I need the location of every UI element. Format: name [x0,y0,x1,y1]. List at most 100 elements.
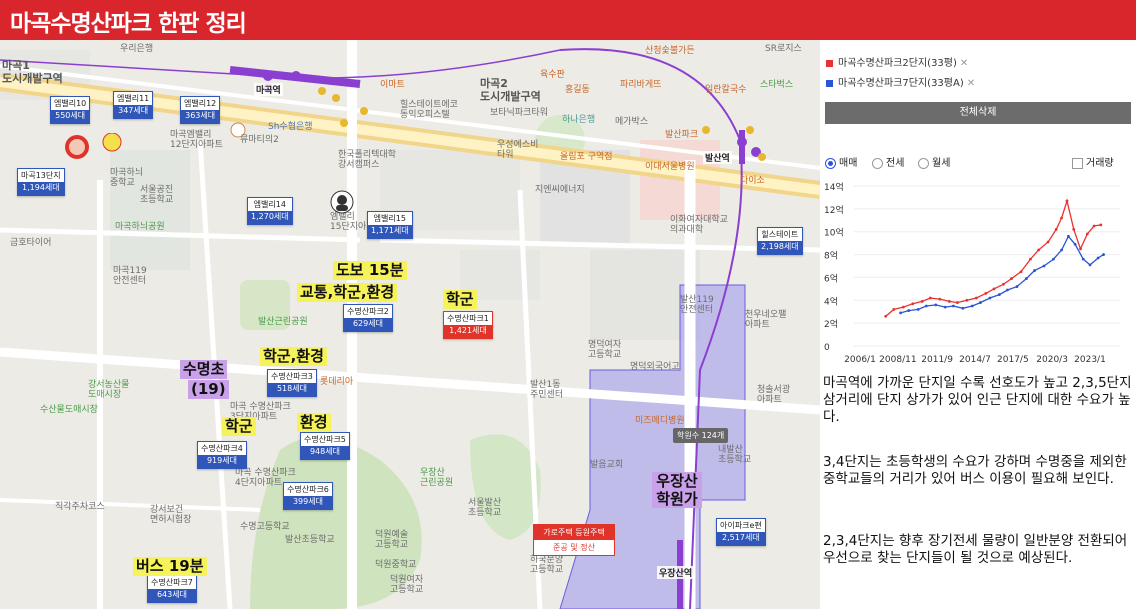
y-tick-label: 6억 [824,272,838,284]
data-point [920,300,924,303]
series-line [885,198,1101,317]
data-point [907,309,911,312]
note-2: 3,4단지는 초등학생의 수요가 강하며 수명중을 제외한 중학교들의 거리가 … [823,454,1127,487]
complex-badge[interactable]: 수명산파크6 399세대 [283,482,333,510]
data-point [911,302,915,306]
data-point [1025,277,1028,280]
data-point [1002,282,1005,286]
legend-item[interactable]: 마곡수명산파크7단지(33평A) ✕ [826,74,975,89]
station-ujangsan[interactable]: 우장산역 [657,566,695,579]
project-box[interactable]: 가로주택 등원주택 준공 및 정산 [533,524,615,556]
data-point [988,296,992,300]
annotation: 학군 [443,290,477,309]
data-point [979,301,982,304]
x-tick-label: 2008/11 [879,355,916,365]
complex-badge[interactable]: 마곡13단지 1,194세대 [17,168,65,196]
data-point [1099,223,1103,227]
remove-icon[interactable]: ✕ [960,58,968,69]
x-tick-label: 2020/3 [1036,355,1068,365]
complex-badge[interactable]: 수명산파크2 629세대 [343,304,393,332]
data-point [938,297,942,301]
data-point [1042,264,1046,268]
data-point [943,305,947,309]
complex-badge[interactable]: 수명산파크5 948세대 [300,432,350,460]
complex-badge[interactable]: 엠밸리12 363세대 [180,96,221,124]
data-point [997,293,1001,296]
x-tick-label: 2011/9 [921,355,953,365]
x-tick-label: 2017/5 [997,355,1029,365]
complex-badge[interactable]: 수명산파크3 518세대 [267,369,317,397]
data-point [956,301,959,304]
annotation: 교통,학군,환경 [297,283,398,302]
legend-color [826,59,833,67]
x-tick-label: 2014/7 [959,355,991,365]
annotation: 환경 [297,413,331,432]
note-3: 2,3,4단지는 향후 장기전세 물량이 일반분양 전환되어 우선으로 찾는 단… [823,533,1128,566]
remove-icon[interactable]: ✕ [967,78,975,89]
station-magok[interactable]: 마곡역 [254,83,283,96]
y-tick-label: 8억 [824,250,838,262]
annotation-school: 수명초 [180,360,228,379]
map-view[interactable]: 우리은행 마곡1 도시개발구역 마곡2 도시개발구역 마곡엠밸리 12단지아파트 류마… [0,40,820,609]
data-point [1046,240,1050,244]
data-point [892,308,896,311]
complex-badge[interactable]: 엠밸리11 347세대 [113,91,154,119]
radio-jeonse[interactable]: 전세 [872,154,904,169]
complex-badge[interactable]: 수명산파크4 919세대 [197,441,247,469]
district-label: 마곡2 도시개발구역 [480,77,541,103]
y-tick-label: 10억 [824,227,844,239]
complex-badge[interactable]: 수명산파크7 643세대 [147,575,197,603]
page-title: 마곡수명산파크 한판 정리 [10,11,247,37]
y-tick-label: 4억 [824,295,838,307]
y-tick-label: 2억 [824,318,838,330]
y-tick-label: 0 [824,343,830,353]
legend-item[interactable]: 마곡수명산파크2단지(33평) ✕ [826,54,968,69]
data-point [1102,253,1105,256]
right-panel: 마곡수명산파크2단지(33평) ✕ 마곡수명산파크7단지(33평A) ✕ 전체삭제 … [820,40,1136,609]
map-base [0,40,820,609]
data-point [1073,242,1077,246]
data-point [984,292,988,295]
x-tick-label: 2023/1 [1074,355,1106,365]
data-point [1066,234,1070,238]
poi-woori-bank: 우리은행 [120,44,154,54]
complex-badge[interactable]: 엠밸리10 550세대 [50,96,91,124]
complex-badge[interactable]: 엠밸리15 1,171세대 [367,211,413,239]
radio-icon [825,157,836,169]
data-point [1029,257,1032,261]
data-point [916,308,920,311]
data-point [1015,285,1019,288]
data-point [1010,277,1013,280]
data-point [974,296,978,300]
radio-monthly[interactable]: 월세 [918,154,950,169]
annotation-academy: 우장산 학원가 [652,472,702,508]
data-point [1079,247,1082,251]
complex-badge[interactable]: 엠밸리14 1,270세대 [247,197,293,225]
data-point [1081,257,1085,261]
data-point [947,300,951,303]
profile-pin-icon [330,190,354,214]
complex-badge[interactable]: 힐스테이트 2,198세대 [757,227,803,255]
y-tick-label: 14억 [824,181,844,193]
complex-badge[interactable]: 수명산파크1 1,421세대 [443,311,493,339]
complex-badge[interactable]: 아이파크e편 2,517세대 [716,518,766,546]
radio-sale[interactable]: 매매 [825,154,857,169]
volume-checkbox[interactable]: 거래량 [1072,154,1114,169]
data-point [1060,248,1063,252]
data-point [970,304,974,308]
data-point [1037,248,1040,252]
data-point [1052,257,1055,261]
series-line [900,235,1104,314]
data-point [1072,228,1076,231]
y-tick-label: 12억 [824,204,844,216]
district-label: 마곡1 도시개발구역 [2,59,63,85]
data-point [965,298,969,302]
data-point [934,303,938,307]
legend-color [826,79,833,87]
data-point [901,305,905,309]
price-chart[interactable]: 14억 12억 10억 8억 6억 4억 2억 0 2006/1 2008/11 2011/9 201… [820,180,1136,370]
clear-all-button[interactable]: 전체삭제 [825,102,1131,124]
data-point [1096,256,1100,260]
data-point [992,287,996,291]
station-balsan[interactable]: 발산역 [703,151,732,164]
